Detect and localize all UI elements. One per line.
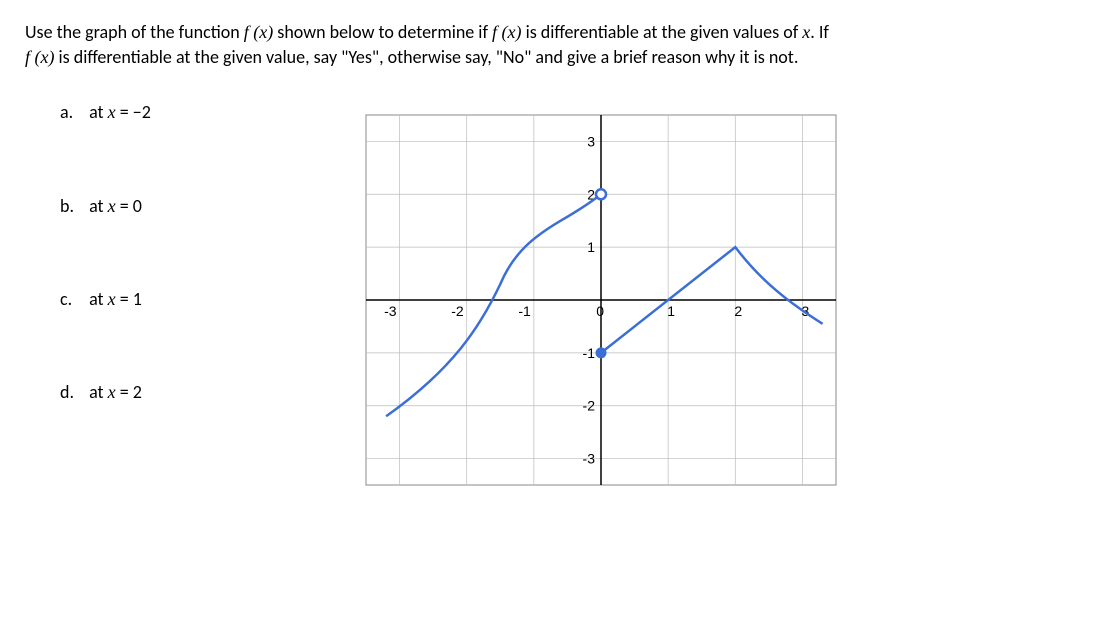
function-graph: -3-2-10123-3-2-1123 bbox=[351, 100, 851, 500]
svg-text:3: 3 bbox=[587, 134, 595, 150]
var-d: x bbox=[108, 382, 116, 402]
eq-a: = bbox=[116, 101, 133, 123]
eq-b: = bbox=[116, 195, 133, 217]
svg-text:1: 1 bbox=[667, 303, 675, 319]
pre-b: at bbox=[89, 195, 108, 217]
fx-2: f (x) bbox=[492, 22, 521, 42]
problem-text-3: is differentiable at the given values of bbox=[522, 21, 803, 43]
val-a: −2 bbox=[133, 101, 151, 123]
problem-text-2: shown below to determine if bbox=[273, 21, 492, 43]
val-c: 1 bbox=[133, 288, 142, 310]
fx-3: f (x) bbox=[25, 47, 54, 67]
val-d: 2 bbox=[133, 381, 142, 403]
pre-d: at bbox=[89, 381, 108, 403]
question-list: a. at x = −2 b. at x = 0 c. at x = 1 d. … bbox=[25, 100, 151, 507]
svg-text:-1: -1 bbox=[518, 303, 531, 319]
val-b: 0 bbox=[133, 195, 142, 217]
label-d: d. bbox=[60, 380, 85, 405]
graph: -3-2-10123-3-2-1123 bbox=[351, 100, 851, 507]
problem-statement: Use the graph of the function f (x) show… bbox=[25, 20, 1074, 70]
fx-1: f (x) bbox=[244, 22, 273, 42]
svg-text:-1: -1 bbox=[582, 345, 595, 361]
eq-c: = bbox=[116, 288, 133, 310]
svg-text:0: 0 bbox=[596, 303, 604, 319]
svg-text:1: 1 bbox=[587, 240, 595, 256]
label-c: c. bbox=[60, 287, 85, 312]
svg-text:-2: -2 bbox=[582, 398, 595, 414]
svg-text:2: 2 bbox=[734, 303, 742, 319]
svg-text:-3: -3 bbox=[384, 303, 397, 319]
svg-text:-3: -3 bbox=[582, 451, 595, 467]
eq-d: = bbox=[116, 381, 133, 403]
var-a: x bbox=[108, 102, 116, 122]
question-d: d. at x = 2 bbox=[60, 380, 151, 405]
label-b: b. bbox=[60, 194, 85, 219]
problem-text-1: Use the graph of the function bbox=[25, 21, 244, 43]
question-b: b. at x = 0 bbox=[60, 194, 151, 219]
question-a: a. at x = −2 bbox=[60, 100, 151, 125]
question-c: c. at x = 1 bbox=[60, 287, 151, 312]
pre-c: at bbox=[89, 288, 108, 310]
problem-text-4: . If bbox=[810, 21, 829, 43]
problem-text-5: is differentiable at the given value, sa… bbox=[54, 46, 798, 68]
var-b: x bbox=[108, 196, 116, 216]
label-a: a. bbox=[60, 100, 85, 125]
svg-text:-2: -2 bbox=[451, 303, 464, 319]
pre-a: at bbox=[89, 101, 108, 123]
var-c: x bbox=[108, 289, 116, 309]
